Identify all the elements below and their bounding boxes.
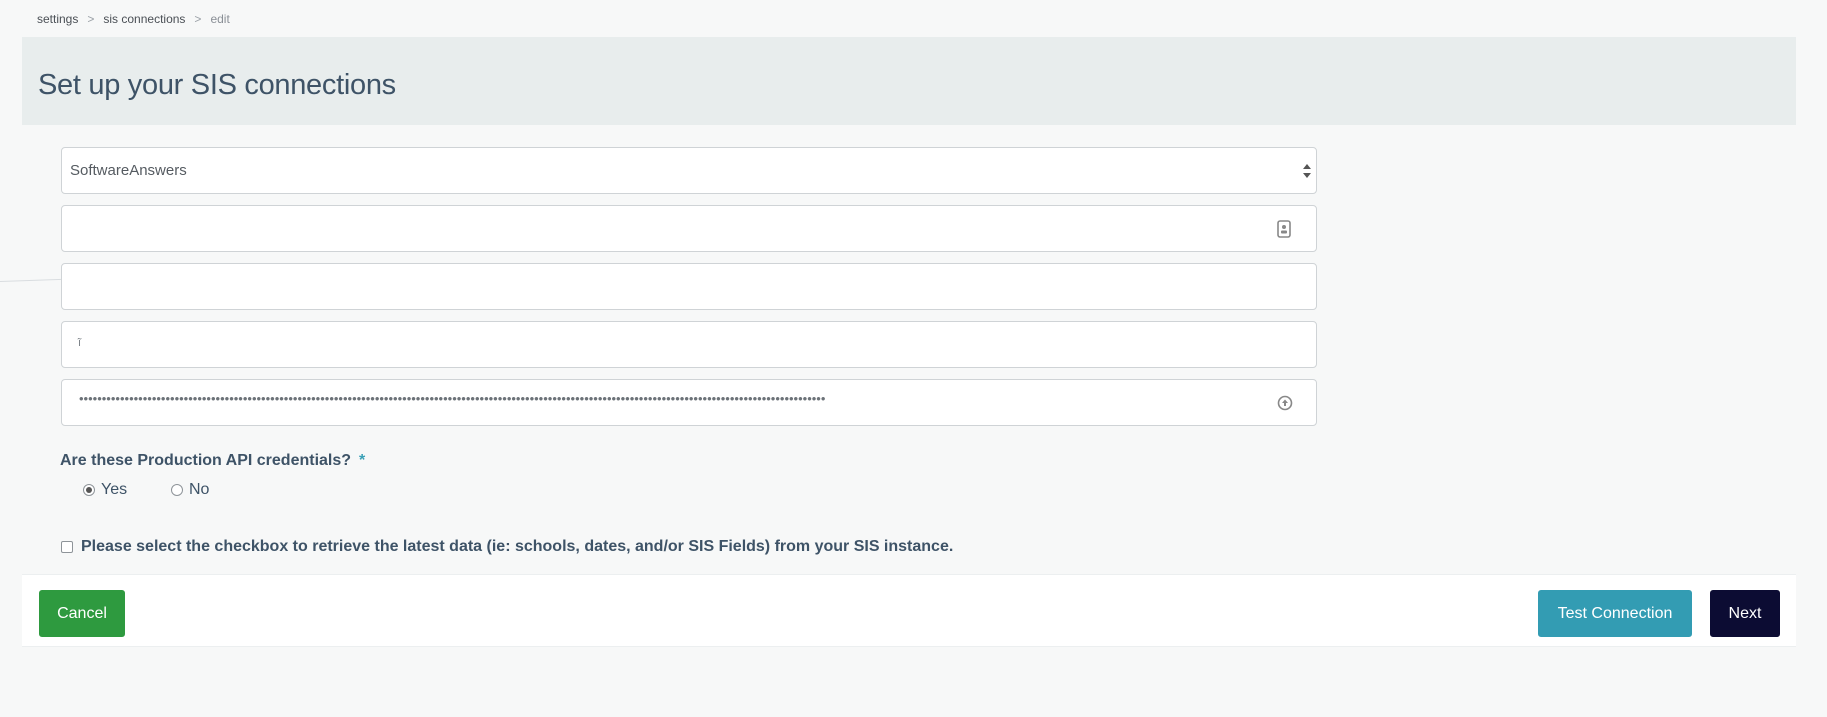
question-label: Are these Production API credentials?: [60, 452, 352, 469]
cancel-button[interactable]: Cancel: [39, 590, 125, 637]
api-secret-masked-value: ••••••••••••••••••••••••••••••••••••••••…: [79, 391, 826, 406]
retrieve-data-checkbox[interactable]: [61, 541, 73, 553]
divider: [0, 278, 62, 282]
retrieve-data-checkbox-label: Please select the checkbox to retrieve t…: [81, 538, 954, 555]
select-arrows-icon: [1303, 164, 1311, 178]
production-credentials-question: Are these Production API credentials? *: [60, 452, 365, 470]
breadcrumb-edit: edit: [210, 12, 230, 26]
password-reveal-icon[interactable]: [1276, 394, 1293, 412]
radio-yes-label: Yes: [101, 481, 128, 498]
breadcrumb: settings > sis connections > edit: [37, 12, 230, 26]
sis-provider-value: SoftwareAnswers: [70, 162, 187, 179]
radio-no[interactable]: No: [171, 481, 209, 499]
action-bar: Cancel Test Connection Next: [22, 574, 1796, 647]
test-connection-button[interactable]: Test Connection: [1538, 590, 1692, 637]
next-button[interactable]: Next: [1710, 590, 1780, 637]
radio-no-label: No: [189, 481, 210, 498]
page: settings > sis connections > edit Set up…: [0, 0, 1827, 717]
page-title: Set up your SIS connections: [38, 69, 396, 101]
breadcrumb-separator: >: [194, 12, 202, 26]
credential-field-3-value: ĩ: [78, 337, 82, 349]
sis-provider-select[interactable]: SoftwareAnswers: [61, 147, 1317, 194]
radio-yes[interactable]: Yes: [83, 481, 127, 499]
breadcrumb-separator: >: [87, 12, 95, 26]
required-mark: *: [359, 452, 366, 469]
radio-yes-button[interactable]: [83, 484, 95, 496]
credential-field-3[interactable]: ĩ: [61, 321, 1317, 368]
contact-card-icon[interactable]: [1276, 220, 1292, 238]
breadcrumb-sis-connections[interactable]: sis connections: [103, 12, 185, 26]
breadcrumb-settings[interactable]: settings: [37, 12, 78, 26]
credential-field-1[interactable]: [61, 205, 1317, 252]
radio-no-button[interactable]: [171, 484, 183, 496]
header-band: Set up your SIS connections: [22, 37, 1796, 125]
retrieve-data-checkbox-row[interactable]: Please select the checkbox to retrieve t…: [61, 538, 953, 556]
credential-field-2[interactable]: [61, 263, 1317, 310]
api-secret-field[interactable]: ••••••••••••••••••••••••••••••••••••••••…: [61, 379, 1317, 426]
